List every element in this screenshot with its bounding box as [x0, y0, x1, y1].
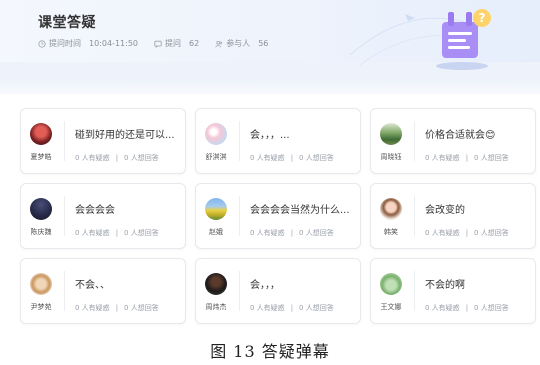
question-icon	[154, 40, 162, 48]
doubt-count: 0 人有疑惑	[75, 154, 110, 162]
divider	[414, 271, 415, 311]
avatar	[205, 273, 227, 295]
doubt-count: 0 人有疑惑	[250, 304, 285, 312]
divider	[64, 271, 65, 311]
page-title: 课堂答疑	[38, 15, 96, 31]
doubt-count: 0 人有疑惑	[250, 229, 285, 237]
participants-label: 参与人	[226, 39, 251, 48]
question-text: 碰到好用的还是可以...	[75, 130, 175, 141]
avatar	[30, 123, 52, 145]
question-card[interactable]: 周晓钰 价格合适就会😊 0 人有疑惑 | 0 人想回答	[370, 108, 536, 174]
question-text: 会改变的	[425, 205, 465, 216]
question-card[interactable]: 赵娥 会会会会当然为什么... 0 人有疑惑 | 0 人想回答	[195, 183, 361, 249]
participants-count: 56	[258, 39, 269, 48]
avatar	[380, 123, 402, 145]
avatar	[30, 198, 52, 220]
course-header: ? 课堂答疑 提问时间 10:04-11:50 提问 62 参与人 56	[0, 0, 540, 80]
user-name: 舒淇淇	[205, 153, 227, 161]
doubt-count: 0 人有疑惑	[75, 304, 110, 312]
user-name: 周炜杰	[205, 303, 227, 311]
answer-count: 0 人想回答	[124, 154, 159, 162]
question-stats: 0 人有疑惑 | 0 人想回答	[250, 229, 334, 237]
divider	[414, 121, 415, 161]
question-card[interactable]: 周炜杰 会，，， 0 人有疑惑 | 0 人想回答	[195, 258, 361, 324]
user-name: 陈庆魏	[30, 228, 52, 236]
questions-count: 62	[189, 39, 200, 48]
question-board-illustration-icon: ?	[436, 9, 491, 70]
time-group: 提问时间 10:04-11:50	[38, 38, 138, 49]
user-name: 尹梦苑	[30, 303, 52, 311]
question-text: 不会、、	[75, 280, 110, 291]
user-name: 王文娜	[380, 303, 402, 311]
question-text: 会会会会当然为什么...	[250, 205, 350, 216]
answer-count: 0 人想回答	[474, 229, 509, 237]
doubt-count: 0 人有疑惑	[425, 304, 460, 312]
time-value: 10:04-11:50	[89, 39, 138, 48]
people-icon	[215, 40, 223, 47]
divider	[64, 196, 65, 236]
question-stats: 0 人有疑惑 | 0 人想回答	[250, 304, 334, 312]
question-stats: 0 人有疑惑 | 0 人想回答	[250, 154, 334, 162]
user-name: 夏梦皓	[30, 153, 52, 161]
user-name: 韩笑	[384, 228, 398, 236]
question-text: 会，，，	[250, 280, 280, 291]
question-stats: 0 人有疑惑 | 0 人想回答	[425, 304, 509, 312]
questions-group: 提问 62	[154, 38, 199, 49]
divider	[64, 121, 65, 161]
answer-count: 0 人想回答	[299, 304, 334, 312]
question-card[interactable]: 尹梦苑 不会、、 0 人有疑惑 | 0 人想回答	[20, 258, 186, 324]
divider	[239, 121, 240, 161]
answer-count: 0 人想回答	[124, 229, 159, 237]
question-stats: 0 人有疑惑 | 0 人想回答	[425, 229, 509, 237]
svg-text:?: ?	[479, 11, 486, 25]
answer-count: 0 人想回答	[124, 304, 159, 312]
question-card[interactable]: 王文娜 不会的啊 0 人有疑惑 | 0 人想回答	[370, 258, 536, 324]
answer-count: 0 人想回答	[474, 304, 509, 312]
answer-count: 0 人想回答	[299, 154, 334, 162]
doubt-count: 0 人有疑惑	[425, 154, 460, 162]
answer-count: 0 人想回答	[299, 229, 334, 237]
question-text: 会会会会	[75, 205, 115, 216]
time-label: 提问时间	[49, 39, 81, 48]
question-text: 不会的啊	[425, 280, 465, 291]
avatar	[30, 273, 52, 295]
divider	[239, 196, 240, 236]
question-stats: 0 人有疑惑 | 0 人想回答	[425, 154, 509, 162]
avatar	[205, 123, 227, 145]
divider	[239, 271, 240, 311]
answer-count: 0 人想回答	[474, 154, 509, 162]
doubt-count: 0 人有疑惑	[75, 229, 110, 237]
clock-icon	[38, 39, 46, 48]
question-stats: 0 人有疑惑 | 0 人想回答	[75, 229, 159, 237]
session-meta: 提问时间 10:04-11:50 提问 62 参与人 56	[38, 38, 284, 49]
divider	[414, 196, 415, 236]
question-stats: 0 人有疑惑 | 0 人想回答	[75, 304, 159, 312]
user-name: 周晓钰	[380, 153, 402, 161]
avatar	[380, 273, 402, 295]
participants-group: 参与人 56	[215, 38, 268, 49]
question-card[interactable]: 夏梦皓 碰到好用的还是可以... 0 人有疑惑 | 0 人想回答	[20, 108, 186, 174]
doubt-count: 0 人有疑惑	[250, 154, 285, 162]
section-divider	[0, 80, 540, 94]
question-stats: 0 人有疑惑 | 0 人想回答	[75, 154, 159, 162]
question-card[interactable]: 韩笑 会改变的 0 人有疑惑 | 0 人想回答	[370, 183, 536, 249]
user-name: 赵娥	[209, 228, 223, 236]
doubt-count: 0 人有疑惑	[425, 229, 460, 237]
question-card[interactable]: 舒淇淇 会，，，... 0 人有疑惑 | 0 人想回答	[195, 108, 361, 174]
avatar	[205, 198, 227, 220]
questions-label: 提问	[165, 39, 181, 48]
question-text: 会，，，...	[250, 130, 290, 141]
question-card[interactable]: 陈庆魏 会会会会 0 人有疑惑 | 0 人想回答	[20, 183, 186, 249]
question-text: 价格合适就会😊	[425, 130, 496, 141]
figure-caption: 图 13 答疑弹幕	[210, 342, 330, 361]
avatar	[380, 198, 402, 220]
